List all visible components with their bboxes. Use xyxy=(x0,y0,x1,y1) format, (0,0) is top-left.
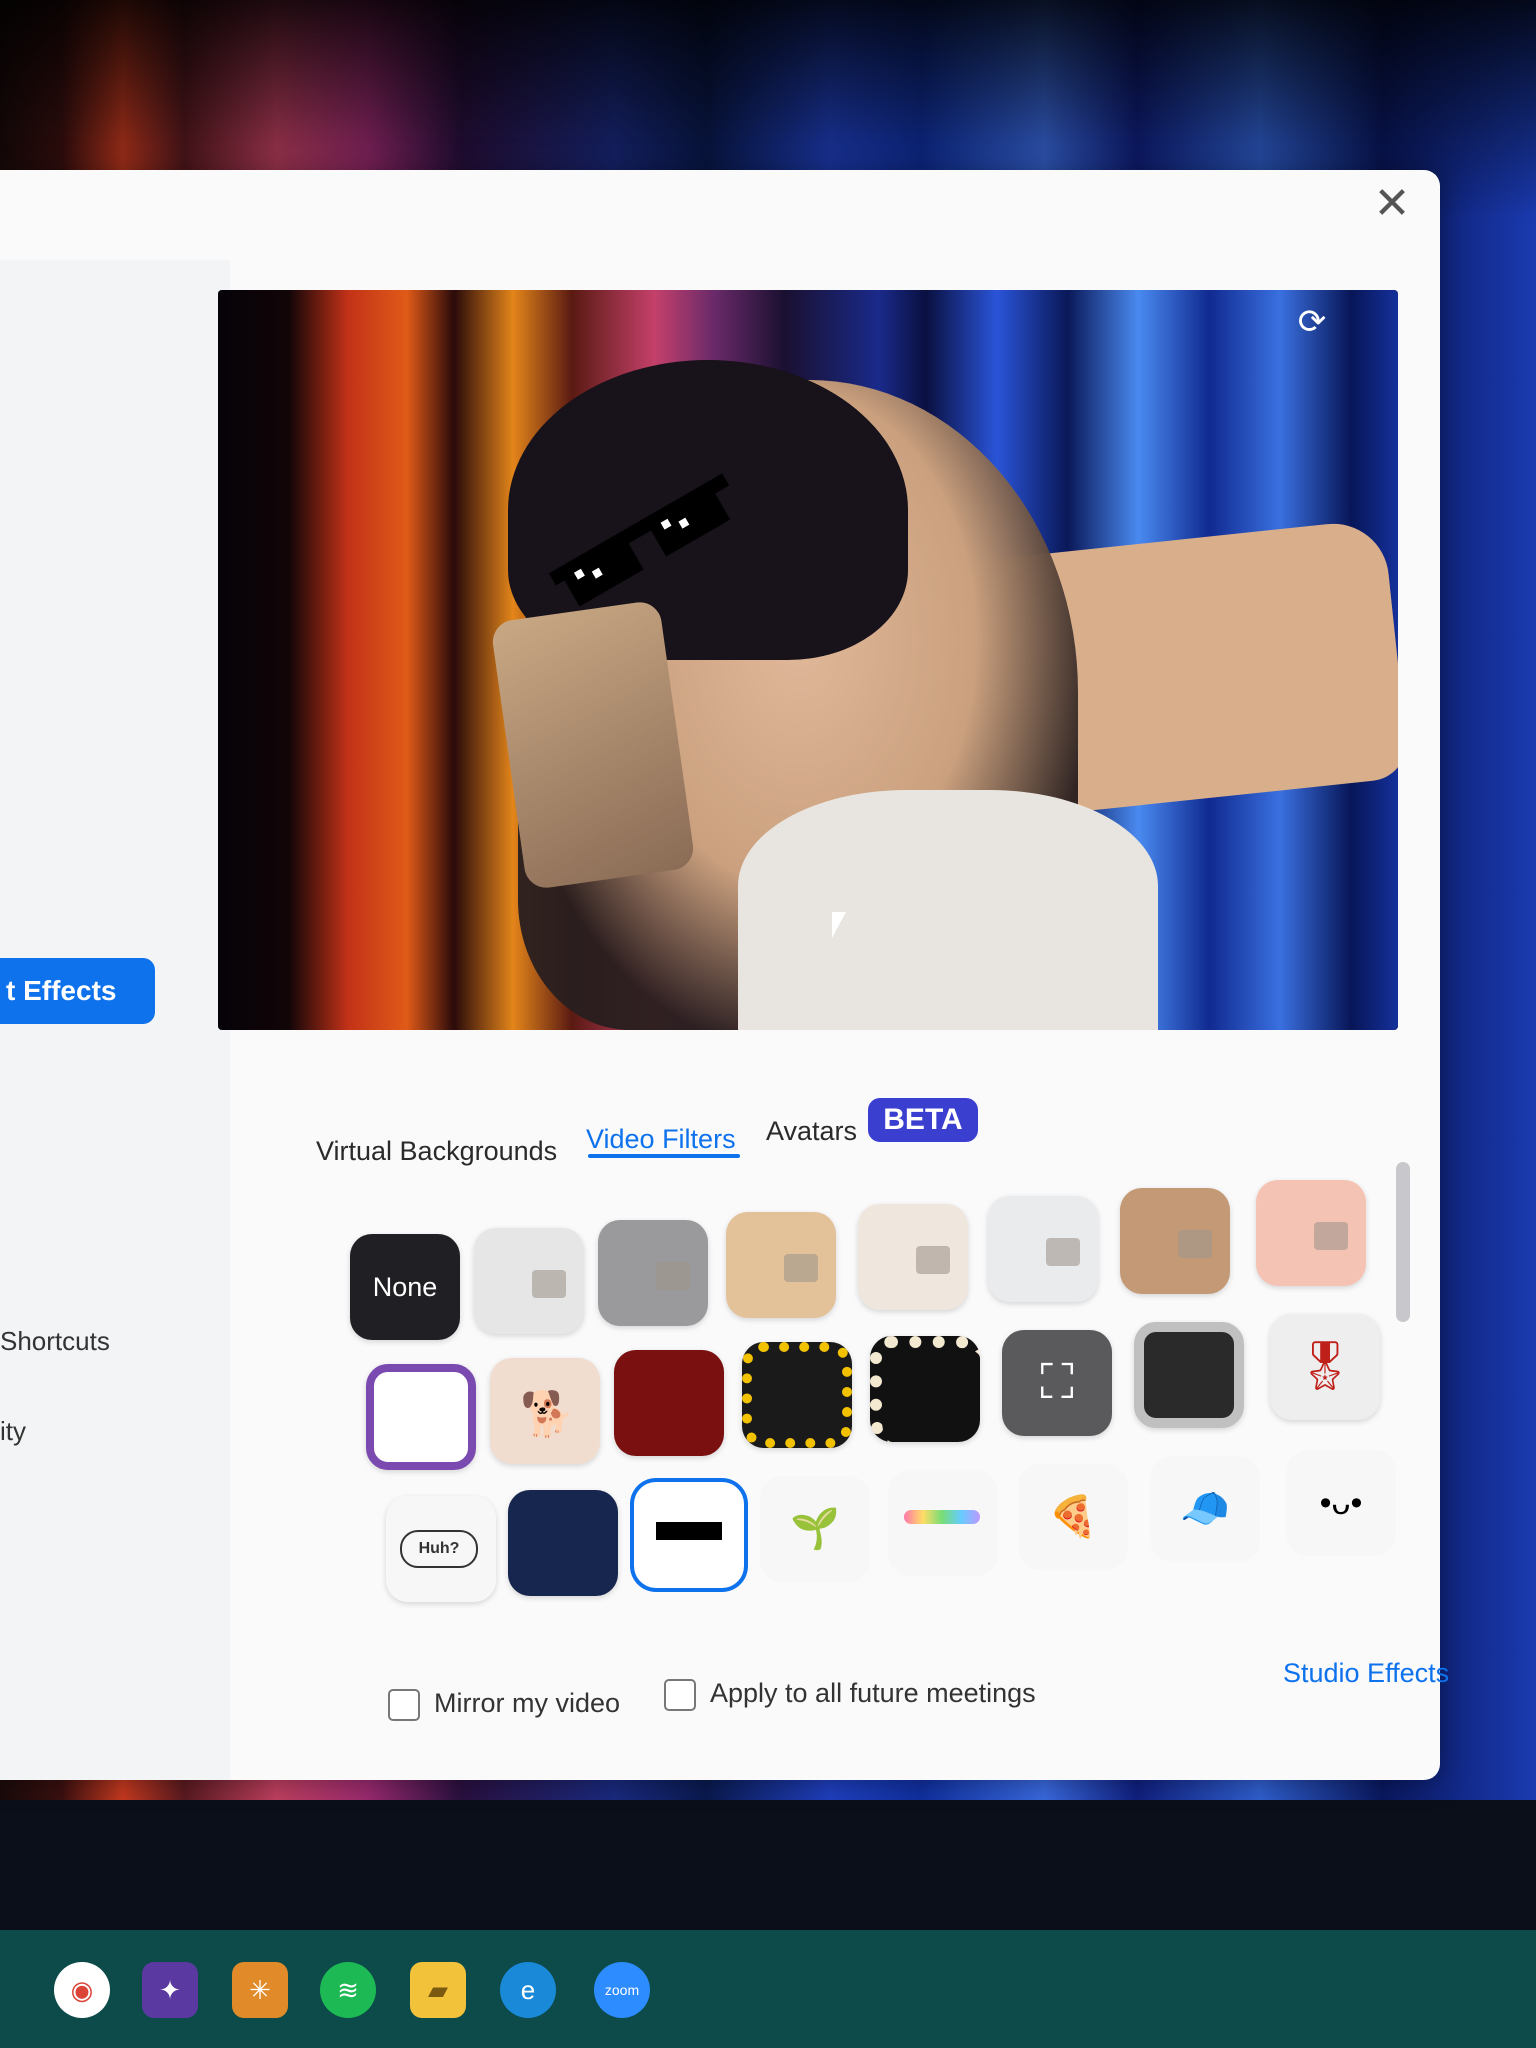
zoom-icon[interactable]: zoom xyxy=(594,1962,650,2018)
filter-emoji-frame[interactable] xyxy=(742,1342,852,1448)
apply-future-label: Apply to all future meetings xyxy=(710,1678,1036,1708)
speech-bubble-label: Huh? xyxy=(400,1530,478,1568)
filter-silver[interactable] xyxy=(988,1196,1098,1302)
mirror-video-option[interactable]: Mirror my video xyxy=(388,1688,620,1721)
tab-video-filters[interactable]: Video Filters xyxy=(586,1124,736,1155)
sidebar-item-accessibility[interactable]: ity xyxy=(0,1416,26,1447)
filter-sprout-face[interactable]: 🌱 xyxy=(760,1476,870,1582)
filter-camera-viewfinder[interactable]: ⛶ xyxy=(1002,1330,1112,1436)
person-shirt xyxy=(738,790,1158,1030)
filter-pink[interactable] xyxy=(1256,1180,1366,1286)
tab-avatars[interactable]: Avatars xyxy=(766,1116,857,1147)
file-explorer-icon[interactable]: ▰ xyxy=(410,1962,466,2018)
filter-rainbow-visor[interactable] xyxy=(888,1470,998,1576)
filter-cute-face[interactable]: •ᴗ• xyxy=(1286,1450,1396,1556)
rotate-camera-icon[interactable]: ⟳ xyxy=(1290,300,1334,344)
ribbon-icon: 🎖 xyxy=(1294,1340,1356,1393)
filter-pizza-face[interactable]: 🍕 xyxy=(1018,1464,1128,1570)
filter-lightbulb-frame[interactable] xyxy=(870,1336,980,1442)
close-button[interactable]: ✕ xyxy=(1368,180,1416,228)
edge-icon[interactable]: e xyxy=(500,1962,556,2018)
mirror-video-label: Mirror my video xyxy=(434,1688,621,1718)
apply-future-option[interactable]: Apply to all future meetings xyxy=(664,1678,1036,1711)
taskbar xyxy=(0,1930,1536,2048)
filters-scrollbar[interactable] xyxy=(1396,1162,1410,1322)
filter-tv-frame[interactable] xyxy=(1134,1322,1244,1428)
sunglasses-icon xyxy=(656,1522,722,1540)
apply-future-checkbox[interactable] xyxy=(664,1678,696,1711)
filter-light-gray[interactable] xyxy=(474,1228,584,1334)
sprout-face-icon: 🌱 xyxy=(790,1507,840,1551)
filter-none[interactable]: None xyxy=(350,1234,460,1340)
studio-effects-link[interactable]: Studio Effects xyxy=(1283,1658,1449,1689)
filter-speech-bubble[interactable]: Huh? xyxy=(386,1496,496,1602)
filter-sepia[interactable] xyxy=(1120,1188,1230,1294)
rainbow-visor-icon xyxy=(904,1510,980,1524)
filter-string-lights[interactable] xyxy=(508,1490,618,1596)
filter-gray[interactable] xyxy=(598,1220,708,1326)
chrome-icon[interactable]: ◉ xyxy=(54,1962,110,2018)
filter-corgi[interactable]: 🐕 xyxy=(490,1358,600,1464)
active-tab-indicator xyxy=(588,1154,740,1158)
close-icon: ✕ xyxy=(1373,179,1411,228)
cap-icon: 🧢 xyxy=(1180,1487,1230,1531)
viewfinder-icon: ⛶ xyxy=(1040,1356,1074,1409)
pizza-icon: 🍕 xyxy=(1048,1495,1098,1539)
filter-cap-face[interactable]: 🧢 xyxy=(1150,1456,1260,1562)
filter-cream[interactable] xyxy=(858,1204,968,1310)
mouse-cursor-icon xyxy=(832,912,846,938)
filter-pixel-sunglasses[interactable] xyxy=(634,1482,744,1588)
corgi-icon: 🐕 xyxy=(520,1390,575,1439)
sidebar-item-background-effects[interactable]: t Effects xyxy=(0,958,155,1024)
sidebar-item-shortcuts[interactable]: Shortcuts xyxy=(0,1326,110,1357)
mirror-video-checkbox[interactable] xyxy=(388,1688,420,1721)
tab-virtual-backgrounds[interactable]: Virtual Backgrounds xyxy=(316,1136,557,1167)
beta-badge: BETA xyxy=(868,1098,978,1142)
spotify-icon[interactable]: ≋ xyxy=(320,1962,376,2018)
pinwheel-icon[interactable]: ✳ xyxy=(232,1962,288,2018)
filter-theater-curtain[interactable] xyxy=(614,1350,724,1456)
cute-face-icon: •ᴗ• xyxy=(1319,1484,1363,1522)
filter-sepia-light[interactable] xyxy=(726,1212,836,1318)
photos-icon[interactable]: ✦ xyxy=(142,1962,198,2018)
video-preview xyxy=(218,290,1398,1030)
filter-rainbow-frame[interactable] xyxy=(366,1364,476,1470)
sidebar-item-label: t Effects xyxy=(6,975,117,1006)
filter-award-ribbon[interactable]: 🎖 xyxy=(1270,1314,1380,1420)
